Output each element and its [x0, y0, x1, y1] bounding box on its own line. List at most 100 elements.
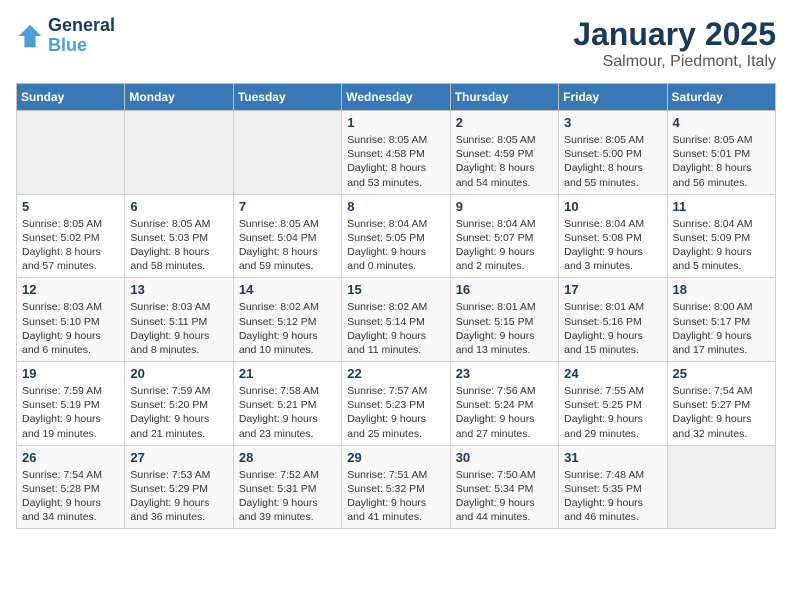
cell-content: Sunrise: 8:03 AM Sunset: 5:10 PM Dayligh…: [22, 300, 119, 357]
page-header: GeneralBlue January 2025 Salmour, Piedmo…: [16, 16, 776, 71]
day-number: 23: [456, 366, 553, 381]
cell-content: Sunrise: 8:00 AM Sunset: 5:17 PM Dayligh…: [673, 300, 770, 357]
calendar-cell: 16 Sunrise: 8:01 AM Sunset: 5:15 PM Dayli…: [450, 278, 558, 362]
cell-content: Sunrise: 8:05 AM Sunset: 5:04 PM Dayligh…: [239, 217, 336, 274]
day-number: 4: [673, 115, 770, 130]
cell-content: Sunrise: 8:05 AM Sunset: 4:59 PM Dayligh…: [456, 133, 553, 190]
day-number: 17: [564, 282, 661, 297]
cell-content: Sunrise: 8:02 AM Sunset: 5:12 PM Dayligh…: [239, 300, 336, 357]
day-number: 16: [456, 282, 553, 297]
calendar-cell: 21 Sunrise: 7:58 AM Sunset: 5:21 PM Dayli…: [233, 362, 341, 446]
calendar-week-row: 1 Sunrise: 8:05 AM Sunset: 4:58 PM Daylig…: [17, 111, 776, 195]
logo: GeneralBlue: [16, 16, 115, 56]
calendar-cell: 3 Sunrise: 8:05 AM Sunset: 5:00 PM Daylig…: [559, 111, 667, 195]
col-wednesday: Wednesday: [342, 84, 450, 111]
title-block: January 2025 Salmour, Piedmont, Italy: [573, 16, 776, 71]
calendar-cell: [125, 111, 233, 195]
day-number: 19: [22, 366, 119, 381]
cell-content: Sunrise: 8:04 AM Sunset: 5:05 PM Dayligh…: [347, 217, 444, 274]
day-number: 28: [239, 450, 336, 465]
calendar-cell: 17 Sunrise: 8:01 AM Sunset: 5:16 PM Dayli…: [559, 278, 667, 362]
calendar-cell: [233, 111, 341, 195]
day-number: 11: [673, 199, 770, 214]
calendar-cell: 11Sunrise: 8:04 AM Sunset: 5:09 PM Dayli…: [667, 194, 775, 278]
cell-content: Sunrise: 7:54 AM Sunset: 5:27 PM Dayligh…: [673, 384, 770, 441]
cell-content: Sunrise: 8:04 AM Sunset: 5:07 PM Dayligh…: [456, 217, 553, 274]
calendar-cell: 24Sunrise: 7:55 AM Sunset: 5:25 PM Dayli…: [559, 362, 667, 446]
cell-content: Sunrise: 8:05 AM Sunset: 4:58 PM Dayligh…: [347, 133, 444, 190]
day-number: 13: [130, 282, 227, 297]
calendar-cell: 12Sunrise: 8:03 AM Sunset: 5:10 PM Dayli…: [17, 278, 125, 362]
day-number: 2: [456, 115, 553, 130]
calendar-cell: 15 Sunrise: 8:02 AM Sunset: 5:14 PM Dayli…: [342, 278, 450, 362]
cell-content: Sunrise: 8:03 AM Sunset: 5:11 PM Dayligh…: [130, 300, 227, 357]
calendar-cell: 28Sunrise: 7:52 AM Sunset: 5:31 PM Dayli…: [233, 445, 341, 529]
cell-content: Sunrise: 8:01 AM Sunset: 5:15 PM Dayligh…: [456, 300, 553, 357]
cell-content: Sunrise: 8:05 AM Sunset: 5:03 PM Dayligh…: [130, 217, 227, 274]
day-number: 6: [130, 199, 227, 214]
calendar-cell: 6 Sunrise: 8:05 AM Sunset: 5:03 PM Daylig…: [125, 194, 233, 278]
day-number: 15: [347, 282, 444, 297]
day-number: 7: [239, 199, 336, 214]
day-number: 27: [130, 450, 227, 465]
calendar-cell: 2 Sunrise: 8:05 AM Sunset: 4:59 PM Daylig…: [450, 111, 558, 195]
cell-content: Sunrise: 7:56 AM Sunset: 5:24 PM Dayligh…: [456, 384, 553, 441]
col-thursday: Thursday: [450, 84, 558, 111]
day-number: 10: [564, 199, 661, 214]
day-number: 20: [130, 366, 227, 381]
cell-content: Sunrise: 7:59 AM Sunset: 5:20 PM Dayligh…: [130, 384, 227, 441]
calendar-cell: [17, 111, 125, 195]
cell-content: Sunrise: 7:51 AM Sunset: 5:32 PM Dayligh…: [347, 468, 444, 525]
day-number: 26: [22, 450, 119, 465]
day-number: 8: [347, 199, 444, 214]
day-number: 5: [22, 199, 119, 214]
cell-content: Sunrise: 7:58 AM Sunset: 5:21 PM Dayligh…: [239, 384, 336, 441]
day-number: 25: [673, 366, 770, 381]
col-monday: Monday: [125, 84, 233, 111]
day-number: 3: [564, 115, 661, 130]
cell-content: Sunrise: 7:54 AM Sunset: 5:28 PM Dayligh…: [22, 468, 119, 525]
calendar-cell: 22 Sunrise: 7:57 AM Sunset: 5:23 PM Dayli…: [342, 362, 450, 446]
calendar-week-row: 12Sunrise: 8:03 AM Sunset: 5:10 PM Dayli…: [17, 278, 776, 362]
calendar-week-row: 26 Sunrise: 7:54 AM Sunset: 5:28 PM Dayli…: [17, 445, 776, 529]
calendar-cell: 25 Sunrise: 7:54 AM Sunset: 5:27 PM Dayli…: [667, 362, 775, 446]
calendar-cell: 8 Sunrise: 8:04 AM Sunset: 5:05 PM Daylig…: [342, 194, 450, 278]
calendar-cell: 20 Sunrise: 7:59 AM Sunset: 5:20 PM Dayli…: [125, 362, 233, 446]
calendar-cell: 19 Sunrise: 7:59 AM Sunset: 5:19 PM Dayli…: [17, 362, 125, 446]
cell-content: Sunrise: 8:01 AM Sunset: 5:16 PM Dayligh…: [564, 300, 661, 357]
cell-content: Sunrise: 8:04 AM Sunset: 5:08 PM Dayligh…: [564, 217, 661, 274]
cell-content: Sunrise: 7:50 AM Sunset: 5:34 PM Dayligh…: [456, 468, 553, 525]
cell-content: Sunrise: 7:59 AM Sunset: 5:19 PM Dayligh…: [22, 384, 119, 441]
logo-text: GeneralBlue: [48, 16, 115, 56]
calendar-header-row: Sunday Monday Tuesday Wednesday Thursday…: [17, 84, 776, 111]
calendar-cell: 4Sunrise: 8:05 AM Sunset: 5:01 PM Daylig…: [667, 111, 775, 195]
calendar-cell: 30 Sunrise: 7:50 AM Sunset: 5:34 PM Dayli…: [450, 445, 558, 529]
col-tuesday: Tuesday: [233, 84, 341, 111]
day-number: 31: [564, 450, 661, 465]
calendar-cell: 1 Sunrise: 8:05 AM Sunset: 4:58 PM Daylig…: [342, 111, 450, 195]
cell-content: Sunrise: 8:02 AM Sunset: 5:14 PM Dayligh…: [347, 300, 444, 357]
cell-content: Sunrise: 7:53 AM Sunset: 5:29 PM Dayligh…: [130, 468, 227, 525]
calendar-week-row: 19 Sunrise: 7:59 AM Sunset: 5:19 PM Dayli…: [17, 362, 776, 446]
day-number: 22: [347, 366, 444, 381]
day-number: 24: [564, 366, 661, 381]
day-number: 1: [347, 115, 444, 130]
day-number: 30: [456, 450, 553, 465]
calendar-cell: 14 Sunrise: 8:02 AM Sunset: 5:12 PM Dayli…: [233, 278, 341, 362]
calendar-cell: 7 Sunrise: 8:05 AM Sunset: 5:04 PM Daylig…: [233, 194, 341, 278]
day-number: 21: [239, 366, 336, 381]
calendar-week-row: 5Sunrise: 8:05 AM Sunset: 5:02 PM Daylig…: [17, 194, 776, 278]
calendar-cell: 18Sunrise: 8:00 AM Sunset: 5:17 PM Dayli…: [667, 278, 775, 362]
day-number: 29: [347, 450, 444, 465]
main-title: January 2025: [573, 16, 776, 53]
cell-content: Sunrise: 7:57 AM Sunset: 5:23 PM Dayligh…: [347, 384, 444, 441]
calendar-cell: [667, 445, 775, 529]
calendar-cell: 29 Sunrise: 7:51 AM Sunset: 5:32 PM Dayli…: [342, 445, 450, 529]
calendar-table: Sunday Monday Tuesday Wednesday Thursday…: [16, 83, 776, 529]
day-number: 9: [456, 199, 553, 214]
day-number: 14: [239, 282, 336, 297]
col-friday: Friday: [559, 84, 667, 111]
col-saturday: Saturday: [667, 84, 775, 111]
cell-content: Sunrise: 8:05 AM Sunset: 5:00 PM Dayligh…: [564, 133, 661, 190]
calendar-cell: 26 Sunrise: 7:54 AM Sunset: 5:28 PM Dayli…: [17, 445, 125, 529]
